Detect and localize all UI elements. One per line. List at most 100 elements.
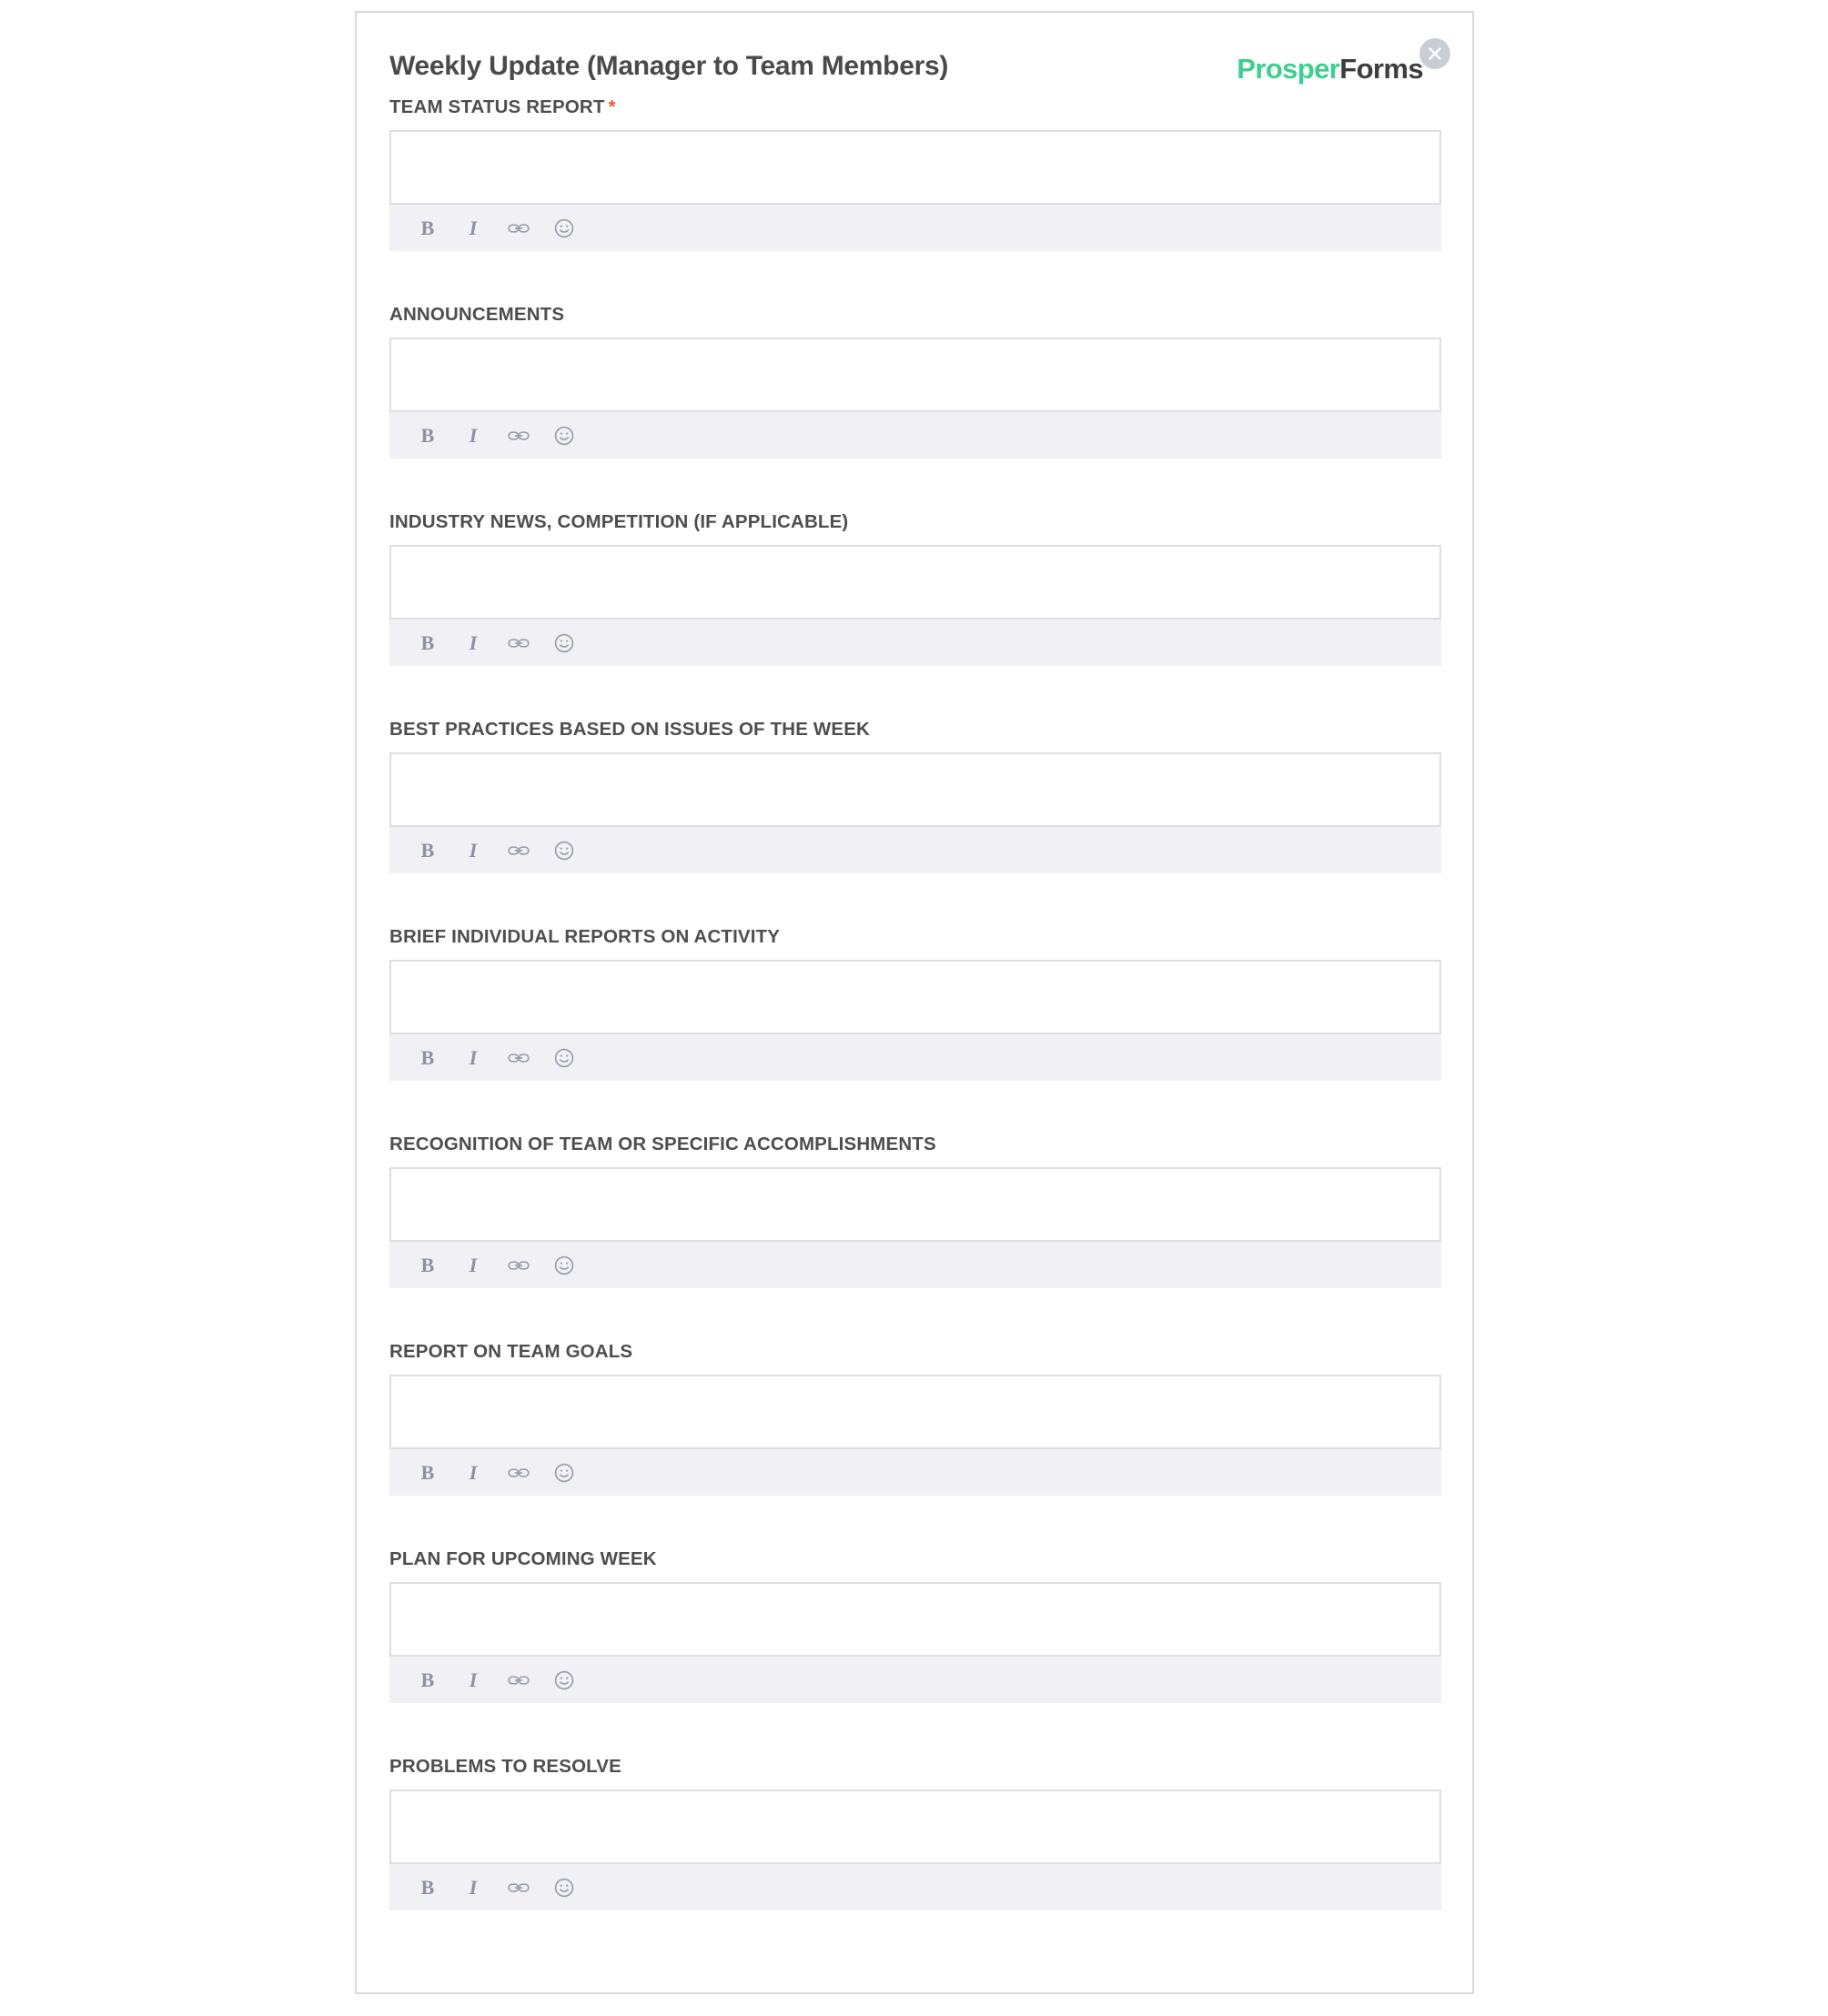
emoji-button[interactable] bbox=[551, 838, 577, 863]
field-label: ANNOUNCEMENTS bbox=[389, 304, 1439, 326]
rich-text-editor: B I bbox=[389, 1789, 1441, 1910]
emoji-button[interactable] bbox=[551, 630, 577, 656]
bold-icon: B bbox=[420, 838, 435, 862]
brand-logo: ProsperForms bbox=[1237, 53, 1423, 86]
italic-button[interactable]: I bbox=[460, 1253, 486, 1278]
close-button[interactable] bbox=[1419, 38, 1450, 69]
rich-text-input[interactable] bbox=[389, 960, 1441, 1033]
rich-text-editor: B I bbox=[389, 1167, 1441, 1288]
bold-icon: B bbox=[420, 1460, 435, 1484]
link-button[interactable] bbox=[506, 1460, 531, 1486]
link-icon bbox=[507, 1046, 530, 1070]
field-label-text: PLAN FOR UPCOMING WEEK bbox=[389, 1548, 657, 1569]
field-label: BEST PRACTICES BASED ON ISSUES OF THE WE… bbox=[389, 719, 1439, 741]
emoji-button[interactable] bbox=[551, 423, 577, 449]
italic-icon: I bbox=[469, 216, 478, 239]
emoji-button[interactable] bbox=[551, 1875, 577, 1900]
form-inner: Weekly Update (Manager to Team Members) … bbox=[357, 13, 1472, 1992]
form-card: Weekly Update (Manager to Team Members) … bbox=[355, 11, 1474, 1994]
link-button[interactable] bbox=[506, 838, 531, 863]
rich-text-input[interactable] bbox=[389, 545, 1441, 618]
editor-toolbar: B I bbox=[389, 825, 1441, 873]
field-label: BRIEF INDIVIDUAL REPORTS ON ACTIVITY bbox=[389, 926, 1439, 948]
rich-text-input[interactable] bbox=[389, 1789, 1441, 1862]
emoji-button[interactable] bbox=[551, 1668, 577, 1693]
emoji-smiley-icon bbox=[552, 839, 576, 862]
rich-text-editor: B I bbox=[389, 960, 1441, 1081]
page-title: Weekly Update (Manager to Team Members) bbox=[389, 51, 949, 81]
emoji-button[interactable] bbox=[551, 1460, 577, 1486]
italic-icon: I bbox=[469, 630, 478, 654]
rich-text-editor: B I bbox=[389, 130, 1441, 251]
bold-button[interactable]: B bbox=[415, 1460, 440, 1486]
close-icon bbox=[1419, 38, 1450, 69]
bold-button[interactable]: B bbox=[415, 1668, 440, 1693]
field-block: PROBLEMS TO RESOLVE B I bbox=[389, 1756, 1441, 1910]
link-button[interactable] bbox=[506, 1045, 531, 1071]
field-block: PLAN FOR UPCOMING WEEK B I bbox=[389, 1548, 1441, 1703]
emoji-smiley-icon bbox=[552, 1461, 576, 1485]
field-block: BRIEF INDIVIDUAL REPORTS ON ACTIVITY B I bbox=[389, 926, 1441, 1081]
bold-icon: B bbox=[420, 216, 435, 239]
field-block: BEST PRACTICES BASED ON ISSUES OF THE WE… bbox=[389, 719, 1441, 873]
rich-text-input[interactable] bbox=[389, 1582, 1441, 1655]
field-block: INDUSTRY NEWS, COMPETITION (IF APPLICABL… bbox=[389, 511, 1441, 666]
editor-toolbar: B I bbox=[389, 618, 1441, 666]
bold-button[interactable]: B bbox=[415, 216, 440, 241]
field-label-text: BRIEF INDIVIDUAL REPORTS ON ACTIVITY bbox=[389, 926, 781, 947]
field-block: REPORT ON TEAM GOALS B I bbox=[389, 1341, 1441, 1496]
italic-button[interactable]: I bbox=[460, 1668, 486, 1693]
bold-button[interactable]: B bbox=[415, 1253, 440, 1278]
italic-button[interactable]: I bbox=[460, 630, 486, 656]
brand-logo-secondary: Forms bbox=[1339, 53, 1423, 85]
rich-text-editor: B I bbox=[389, 1375, 1441, 1496]
italic-icon: I bbox=[469, 1045, 478, 1069]
link-button[interactable] bbox=[506, 423, 531, 449]
field-label-text: ANNOUNCEMENTS bbox=[389, 304, 565, 325]
editor-toolbar: B I bbox=[389, 410, 1441, 459]
emoji-smiley-icon bbox=[552, 1254, 576, 1277]
emoji-smiley-icon bbox=[552, 1046, 576, 1070]
link-button[interactable] bbox=[506, 216, 531, 241]
rich-text-input[interactable] bbox=[389, 1375, 1441, 1447]
rich-text-input[interactable] bbox=[389, 130, 1441, 203]
italic-button[interactable]: I bbox=[460, 1045, 486, 1071]
link-icon bbox=[507, 839, 530, 862]
rich-text-input[interactable] bbox=[389, 752, 1441, 825]
bold-icon: B bbox=[420, 1668, 435, 1691]
rich-text-input[interactable] bbox=[389, 1167, 1441, 1240]
italic-button[interactable]: I bbox=[460, 1460, 486, 1486]
emoji-smiley-icon bbox=[552, 1668, 576, 1692]
italic-button[interactable]: I bbox=[460, 216, 486, 241]
emoji-button[interactable] bbox=[551, 1045, 577, 1071]
link-icon bbox=[507, 1668, 530, 1692]
emoji-smiley-icon bbox=[552, 631, 576, 655]
field-label: RECOGNITION OF TEAM OR SPECIFIC ACCOMPLI… bbox=[389, 1134, 1439, 1155]
bold-button[interactable]: B bbox=[415, 423, 440, 449]
link-button[interactable] bbox=[506, 630, 531, 656]
page-root: Weekly Update (Manager to Team Members) … bbox=[0, 0, 1828, 2016]
bold-button[interactable]: B bbox=[415, 1875, 440, 1900]
editor-toolbar: B I bbox=[389, 203, 1441, 251]
bold-button[interactable]: B bbox=[415, 1045, 440, 1071]
italic-button[interactable]: I bbox=[460, 838, 486, 863]
rich-text-input[interactable] bbox=[389, 338, 1441, 410]
emoji-button[interactable] bbox=[551, 216, 577, 241]
emoji-button[interactable] bbox=[551, 1253, 577, 1278]
rich-text-editor: B I bbox=[389, 1582, 1441, 1703]
link-button[interactable] bbox=[506, 1875, 531, 1900]
bold-button[interactable]: B bbox=[415, 838, 440, 863]
field-label-text: BEST PRACTICES BASED ON ISSUES OF THE WE… bbox=[389, 719, 870, 740]
rich-text-editor: B I bbox=[389, 338, 1441, 459]
italic-button[interactable]: I bbox=[460, 423, 486, 449]
bold-button[interactable]: B bbox=[415, 630, 440, 656]
link-icon bbox=[507, 217, 530, 240]
link-icon bbox=[507, 1254, 530, 1277]
emoji-smiley-icon bbox=[552, 1876, 576, 1900]
field-label-text: PROBLEMS TO RESOLVE bbox=[389, 1756, 621, 1777]
link-button[interactable] bbox=[506, 1253, 531, 1278]
link-button[interactable] bbox=[506, 1668, 531, 1693]
form-header: Weekly Update (Manager to Team Members) … bbox=[389, 38, 1450, 102]
italic-icon: I bbox=[469, 1253, 478, 1276]
italic-button[interactable]: I bbox=[460, 1875, 486, 1900]
